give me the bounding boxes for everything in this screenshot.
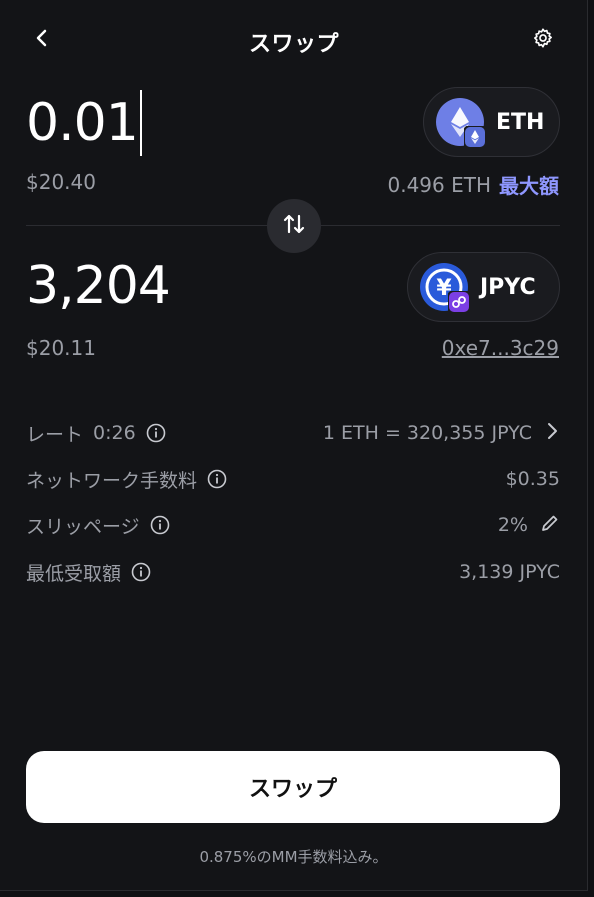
to-amount-value: 3,204 [26, 256, 171, 316]
from-token-symbol: ETH [496, 109, 545, 135]
header: スワップ [0, 18, 587, 62]
gear-icon [532, 27, 554, 53]
from-token-selector[interactable]: ETH [423, 87, 560, 157]
min-received-row: 最低受取額 3,139 JPYC [26, 557, 560, 587]
to-token-symbol: JPYC [480, 274, 536, 300]
max-button[interactable]: 最大額 [499, 170, 559, 199]
rate-timer: 0:26 [93, 422, 136, 444]
to-usd-value: $20.11 [26, 336, 96, 360]
to-token-selector[interactable]: ¥ JPYC [407, 252, 560, 322]
network-fee-row: ネットワーク手数料 $0.35 [26, 464, 560, 494]
polygon-network-badge [448, 291, 470, 313]
slippage-value: 2% [497, 514, 528, 536]
page-title: スワップ [248, 32, 339, 57]
min-received-value: 3,139 JPYC [459, 561, 560, 583]
jpyc-token-icon: ¥ [420, 263, 470, 313]
from-balance-row: 0.496 ETH 最大額 [387, 170, 559, 199]
info-icon[interactable] [146, 423, 166, 443]
network-fee-label: ネットワーク手数料 [26, 469, 198, 492]
swap-direction-button[interactable] [267, 199, 321, 253]
rate-row[interactable]: レート 0:26 1 ETH = 320,355 JPYC [26, 418, 560, 448]
fee-note: 0.875%のMM手数料込み。 [199, 848, 388, 866]
slippage-label: スリッページ [26, 515, 140, 538]
swap-arrows-icon [281, 211, 307, 241]
from-amount-value: 0.01 [26, 93, 139, 153]
text-caret [139, 90, 142, 156]
from-amount-input[interactable]: 0.01 [26, 90, 142, 156]
network-fee-value: $0.35 [505, 468, 560, 490]
rate-value: 1 ETH = 320,355 JPYC [322, 422, 532, 444]
pencil-icon[interactable] [540, 513, 560, 538]
swap-button[interactable]: スワップ [26, 751, 560, 823]
settings-button[interactable] [529, 26, 557, 54]
slippage-row: スリッページ 2% [26, 510, 560, 540]
info-icon[interactable] [207, 469, 227, 489]
eth-network-badge [464, 126, 486, 148]
swap-panel: スワップ 0.01 ETH $20.40 0.496 ETH 最大額 3,204… [0, 0, 588, 891]
info-icon[interactable] [150, 515, 170, 535]
from-usd-value: $20.40 [26, 170, 96, 194]
eth-token-icon [436, 98, 486, 148]
min-received-label: 最低受取額 [26, 562, 122, 585]
from-balance: 0.496 ETH [387, 172, 491, 197]
info-icon[interactable] [131, 562, 151, 582]
chevron-right-icon [544, 422, 560, 445]
rate-label: レート [26, 423, 84, 446]
recipient-address-link[interactable]: 0xe7...3c29 [442, 336, 559, 360]
